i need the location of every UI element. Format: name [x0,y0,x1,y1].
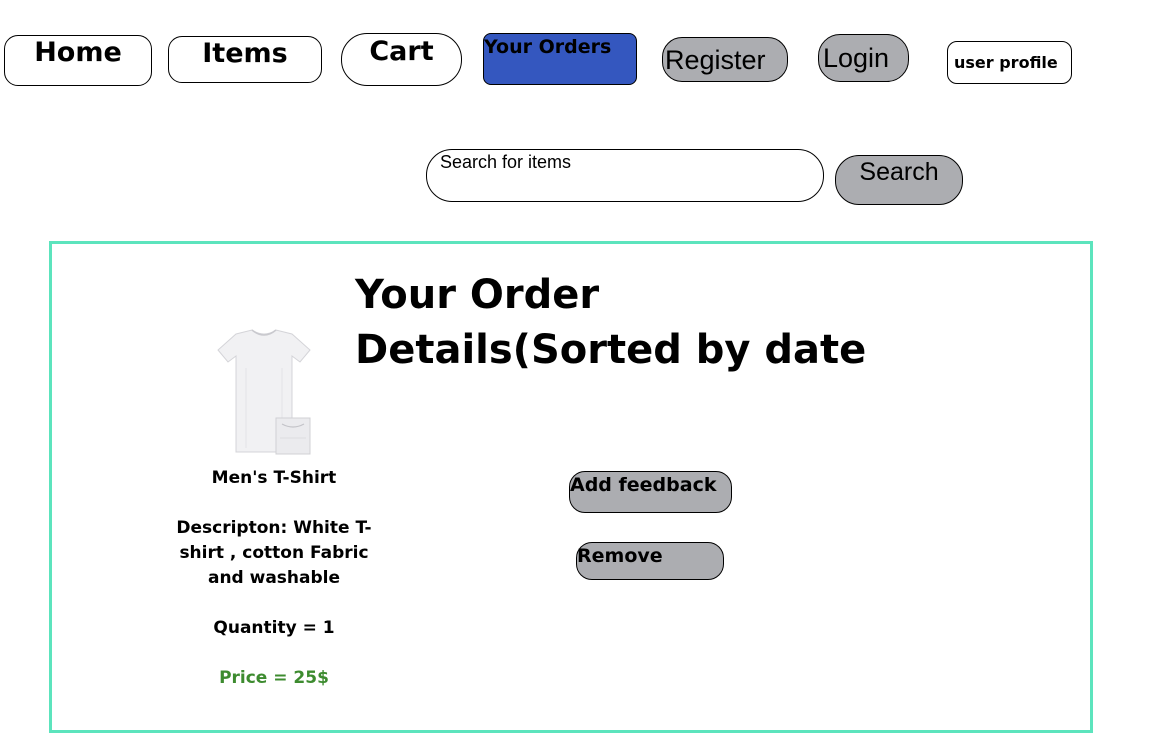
nav-home-button[interactable]: Home [4,35,152,86]
search-input[interactable] [426,149,824,202]
remove-button[interactable]: Remove [576,542,724,580]
nav-login-button[interactable]: Login [818,34,909,82]
user-profile-button[interactable]: user profile [947,41,1072,84]
nav-register-button[interactable]: Register [662,37,788,82]
product-name: Men's T-Shirt [211,468,337,488]
product-image [217,329,311,455]
product-description: Descripton: White T-shirt , cotton Fabri… [176,518,372,588]
page-title: Your Order Details(Sorted by date [355,272,867,373]
search-button[interactable]: Search [835,155,963,205]
product-quantity: Quantity = 1 [213,618,335,638]
add-feedback-button[interactable]: Add feedback [569,471,732,513]
product-price: Price = 25$ [219,668,329,688]
nav-your-orders-button[interactable]: Your Orders [483,33,637,85]
nav-cart-button[interactable]: Cart [341,33,462,86]
nav-items-button[interactable]: Items [168,36,322,83]
